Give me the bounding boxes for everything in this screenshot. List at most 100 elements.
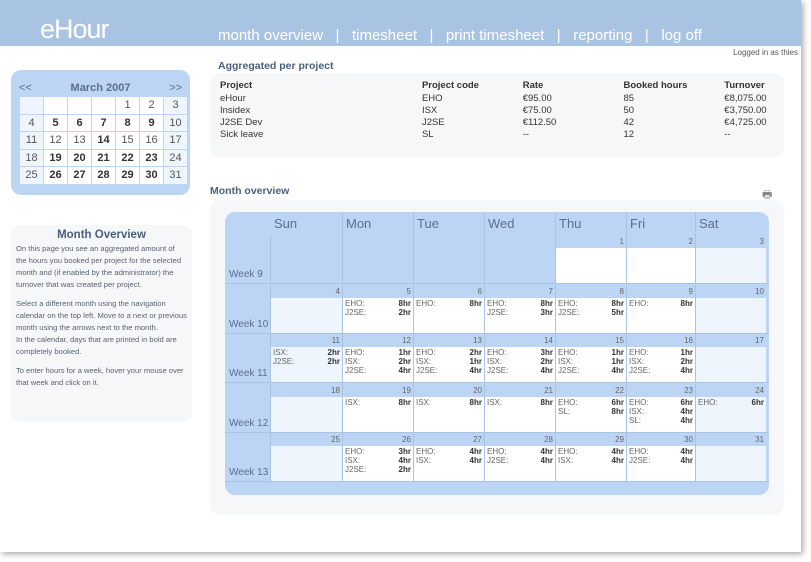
day-cell: 25: [270, 433, 342, 482]
calendar-day-25[interactable]: 25: [20, 167, 43, 184]
day-header-wed: Wed: [488, 216, 515, 231]
calendar-day-22[interactable]: 22: [116, 149, 139, 166]
hours: 1hr: [680, 348, 693, 357]
project-code: ISX:: [558, 357, 574, 366]
hours: 8hr: [398, 298, 411, 308]
day-entries: EHO: 3hr ISX: 2hr J2SE: 4hr: [485, 347, 555, 382]
calendar-day-5[interactable]: 5: [44, 114, 67, 131]
hour-entry: EHO: 6hr: [698, 398, 764, 407]
calendar-day-24[interactable]: 24: [164, 149, 187, 166]
day-number: 6: [477, 286, 482, 296]
day-entries: EHO: 4hr ISX: 4hr: [556, 446, 626, 481]
nav-print-timesheet[interactable]: print timesheet: [446, 27, 544, 44]
hour-entry: ISX: 8hr: [487, 398, 553, 407]
day-cell: 28 EHO: 4hr J2SE: 4hr: [484, 433, 555, 482]
calendar-day-4[interactable]: 4: [20, 114, 43, 131]
calendar-day-29[interactable]: 29: [116, 167, 139, 184]
calendar-day-1[interactable]: 1: [116, 97, 139, 114]
day-number: 29: [615, 435, 624, 444]
project-code: J2SE:: [345, 366, 367, 375]
week-row[interactable]: Week 9 1 2 3: [225, 235, 769, 284]
calendar-day-9[interactable]: 9: [140, 114, 163, 131]
calendar-day-11[interactable]: 11: [20, 132, 43, 149]
hour-entry: ISX: 2hr: [273, 348, 340, 357]
hour-entry: EHO: 4hr: [558, 447, 624, 456]
calendar-day-10[interactable]: 10: [164, 114, 187, 131]
calendar-empty-day: [68, 97, 91, 114]
table-cell: €4,725.00: [724, 116, 767, 128]
nav-reporting[interactable]: reporting: [573, 27, 632, 44]
day-entries: [556, 248, 626, 283]
table-cell: €3,750.00: [724, 104, 767, 116]
calendar-day-6[interactable]: 6: [68, 114, 91, 131]
month-overview-title: Month overview: [210, 185, 290, 197]
day-cell: 4: [270, 284, 342, 334]
hours: 1hr: [398, 348, 411, 357]
week-row[interactable]: Week 10 4 5 EHO: 8hr J2SE: 2hr 6 EHO: 8hr 7 EHO: 8hr…: [225, 284, 769, 334]
aggregated-title: Aggregated per project: [218, 60, 334, 72]
day-number: 7: [548, 286, 553, 296]
project-code: ISX:: [416, 357, 432, 366]
column-divider: [695, 212, 696, 235]
next-month-button[interactable]: >>: [169, 82, 182, 94]
project-code: J2SE:: [345, 465, 367, 474]
nav-timesheet[interactable]: timesheet: [352, 27, 417, 44]
calendar-day-23[interactable]: 23: [140, 149, 163, 166]
table-cell: €95.00: [522, 92, 552, 104]
nav-separator: |: [417, 27, 446, 44]
hours: 4hr: [680, 406, 693, 416]
calendar-day-7[interactable]: 7: [92, 114, 115, 131]
hour-entry: ISX: 4hr: [558, 456, 624, 465]
calendar-day-28[interactable]: 28: [92, 167, 115, 184]
hour-entry: EHO: 8hr: [487, 299, 553, 308]
day-entries: EHO: 8hr: [627, 297, 695, 333]
calendar-day-14[interactable]: 14: [92, 132, 115, 149]
week-row[interactable]: Week 12 18 19 ISX: 8hr 20 ISX: 8hr 21 ISX: 8hr 22 EH…: [225, 383, 769, 433]
calendar-day-3[interactable]: 3: [164, 97, 187, 114]
calendar-day-12[interactable]: 12: [44, 132, 67, 149]
hours: 8hr: [611, 298, 624, 308]
calendar-day-19[interactable]: 19: [44, 149, 67, 166]
calendar-day-16[interactable]: 16: [140, 132, 163, 149]
calendar-day-13[interactable]: 13: [68, 132, 91, 149]
calendar-day-8[interactable]: 8: [116, 114, 139, 131]
prev-month-button[interactable]: <<: [19, 82, 32, 94]
calendar-day-26[interactable]: 26: [44, 167, 67, 184]
calendar-day-31[interactable]: 31: [164, 167, 187, 184]
project-code: ISX:: [629, 357, 645, 366]
logged-in-status: Logged in as thies: [733, 48, 798, 57]
project-code: EHO:: [558, 348, 578, 357]
aggregated-table: Project Project code Rate Booked hours Turno…: [220, 78, 784, 140]
day-cell: 6 EHO: 8hr: [413, 284, 484, 334]
hours: 2hr: [327, 357, 340, 366]
project-code: J2SE:: [487, 366, 509, 375]
hours: 6hr: [680, 397, 693, 407]
hour-entry: EHO: 6hr: [629, 398, 693, 407]
day-entries: ISX: 8hr: [343, 396, 413, 432]
calendar-day-17[interactable]: 17: [164, 132, 187, 149]
nav-month-overview[interactable]: month overview: [218, 27, 323, 44]
calendar-day-15[interactable]: 15: [116, 132, 139, 149]
hours: 2hr: [398, 307, 411, 317]
week-row[interactable]: Week 13 25 26 EHO: 3hr ISX: 4hr J2SE: 2hr 27 EHO: 4…: [225, 433, 769, 482]
day-number: 12: [402, 336, 411, 345]
day-number: 20: [473, 385, 482, 395]
empty-day-cell: [413, 235, 484, 284]
calendar-day-20[interactable]: 20: [68, 149, 91, 166]
calendar-day-27[interactable]: 27: [68, 167, 91, 184]
hour-entry: EHO: 1hr: [345, 348, 411, 357]
calendar-day-21[interactable]: 21: [92, 149, 115, 166]
calendar-day-30[interactable]: 30: [140, 167, 163, 184]
week-row[interactable]: Week 11 11 ISX: 2hr J2SE: 2hr 12 EHO: 1hr ISX: 2hr…: [225, 334, 769, 383]
calendar-day-18[interactable]: 18: [20, 149, 43, 166]
project-code: EHO:: [558, 397, 578, 407]
nav-log-off[interactable]: log off: [661, 27, 702, 44]
day-entries: [627, 248, 695, 283]
calendar-day-2[interactable]: 2: [140, 97, 163, 114]
day-number: 18: [331, 385, 340, 395]
day-cell: 13 EHO: 2hr ISX: 1hr J2SE: 4hr: [413, 334, 484, 383]
week-label: Week 9: [229, 269, 263, 280]
hour-entry: ISX: 4hr: [345, 456, 411, 465]
column-divider: [555, 212, 556, 235]
hours: 4hr: [540, 447, 553, 456]
